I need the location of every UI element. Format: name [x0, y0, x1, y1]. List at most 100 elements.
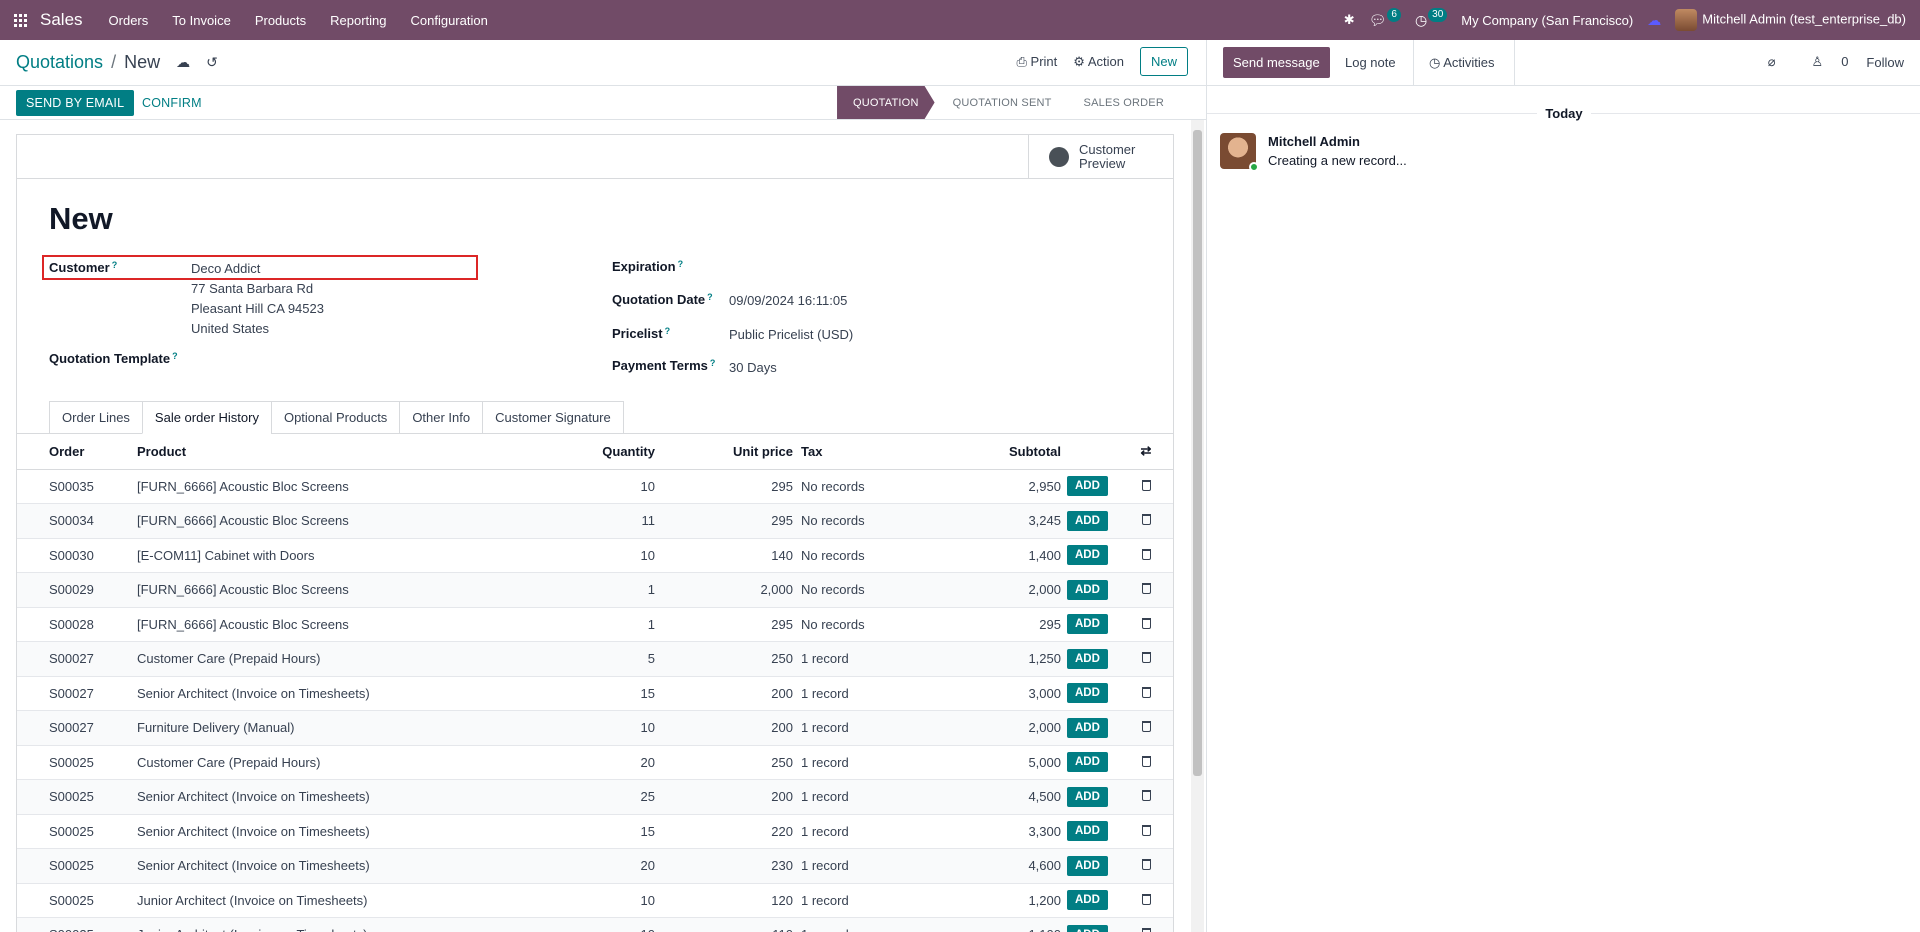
- cell-order[interactable]: S00034: [17, 503, 137, 539]
- cell-product[interactable]: [E-COM11] Cabinet with Doors: [137, 538, 537, 573]
- cell-product[interactable]: Junior Architect (Invoice on Timesheets): [137, 883, 537, 918]
- menu-to-invoice[interactable]: To Invoice: [172, 13, 231, 28]
- message-author[interactable]: Mitchell Admin: [1268, 134, 1360, 149]
- cell-unit-price[interactable]: 120: [657, 883, 797, 918]
- cell-unit-price[interactable]: 140: [657, 538, 797, 573]
- cell-product[interactable]: [FURN_6666] Acoustic Bloc Screens: [137, 572, 537, 608]
- cell-unit-price[interactable]: 2,000: [657, 572, 797, 608]
- activities-button[interactable]: ◷ Activities: [1429, 55, 1495, 71]
- discard-undo-icon[interactable]: ↺: [206, 54, 218, 71]
- add-button[interactable]: ADD: [1067, 924, 1108, 932]
- cell-quantity[interactable]: 10: [537, 538, 657, 573]
- cell-tax[interactable]: 1 record: [797, 745, 917, 780]
- cell-order[interactable]: S00035: [17, 469, 137, 504]
- customer-preview-button[interactable]: Customer Preview: [1028, 135, 1173, 178]
- tab-sale-order-history[interactable]: Sale order History: [141, 401, 271, 434]
- stage-sales-order[interactable]: SALES ORDER: [1066, 86, 1178, 119]
- table-row[interactable]: S00025 Senior Architect (Invoice on Times…: [17, 848, 1173, 884]
- cell-tax[interactable]: 1 record: [797, 641, 917, 677]
- save-cloud-icon[interactable]: ☁: [176, 54, 190, 71]
- add-button[interactable]: ADD: [1067, 821, 1108, 842]
- cell-unit-price[interactable]: 220: [657, 814, 797, 849]
- cell-tax[interactable]: 1 record: [797, 848, 917, 884]
- cell-order[interactable]: S00027: [17, 676, 137, 711]
- cell-unit-price[interactable]: 110: [657, 917, 797, 932]
- cell-order[interactable]: S00027: [17, 710, 137, 746]
- cell-tax[interactable]: No records: [797, 607, 917, 642]
- cell-order[interactable]: S00029: [17, 572, 137, 608]
- table-row[interactable]: S00029 [FURN_6666] Acoustic Bloc Screens 1…: [17, 572, 1173, 608]
- cell-quantity[interactable]: 11: [537, 503, 657, 539]
- cell-product[interactable]: Customer Care (Prepaid Hours): [137, 745, 537, 780]
- cell-quantity[interactable]: 10: [537, 469, 657, 504]
- stage-quotation[interactable]: QUOTATION: [837, 86, 935, 119]
- trash-icon[interactable]: [1141, 617, 1151, 629]
- add-button[interactable]: ADD: [1067, 614, 1108, 635]
- cloud-icon[interactable]: ☁: [1647, 12, 1661, 29]
- add-button[interactable]: ADD: [1067, 786, 1108, 807]
- trash-icon[interactable]: [1141, 893, 1151, 905]
- follow-button[interactable]: Follow: [1866, 55, 1904, 70]
- cell-unit-price[interactable]: 200: [657, 779, 797, 815]
- cell-tax[interactable]: 1 record: [797, 883, 917, 918]
- table-row[interactable]: S00027 Furniture Delivery (Manual) 10 200 1 …: [17, 710, 1173, 746]
- add-button[interactable]: ADD: [1067, 545, 1108, 566]
- table-row[interactable]: S00025 Senior Architect (Invoice on Times…: [17, 779, 1173, 815]
- scrollbar-thumb[interactable]: [1193, 130, 1202, 776]
- new-button[interactable]: New: [1139, 47, 1188, 76]
- payment-terms-input[interactable]: 30 Days: [729, 360, 777, 375]
- cell-quantity[interactable]: 15: [537, 676, 657, 711]
- send-by-email-button[interactable]: SEND BY EMAIL: [16, 90, 135, 116]
- tab-optional-products[interactable]: Optional Products: [270, 401, 400, 434]
- add-button[interactable]: ADD: [1067, 855, 1108, 876]
- trash-icon[interactable]: [1141, 686, 1151, 698]
- cell-order[interactable]: S00028: [17, 607, 137, 642]
- menu-reporting[interactable]: Reporting: [330, 13, 386, 28]
- trash-icon[interactable]: [1141, 824, 1151, 836]
- cell-quantity[interactable]: 10: [537, 917, 657, 932]
- cell-product[interactable]: [FURN_6666] Acoustic Bloc Screens: [137, 607, 537, 642]
- trash-icon[interactable]: [1141, 755, 1151, 767]
- trash-icon[interactable]: [1141, 928, 1151, 932]
- table-row[interactable]: S00034 [FURN_6666] Acoustic Bloc Screens 1…: [17, 503, 1173, 539]
- cell-order[interactable]: S00025: [17, 745, 137, 780]
- cell-quantity[interactable]: 1: [537, 572, 657, 608]
- app-name[interactable]: Sales: [40, 10, 83, 30]
- cell-product[interactable]: Junior Architect (Invoice on Timesheets): [137, 917, 537, 932]
- table-row[interactable]: S00025Junior Architect (Invoice on Times…: [17, 917, 1173, 932]
- action-button[interactable]: ⚙ Action: [1073, 54, 1124, 70]
- trash-icon[interactable]: [1141, 859, 1151, 871]
- col-subtotal[interactable]: Subtotal: [917, 434, 1067, 470]
- cell-order[interactable]: S00025: [17, 848, 137, 884]
- cell-unit-price[interactable]: 295: [657, 469, 797, 504]
- breadcrumb-quotations[interactable]: Quotations: [16, 52, 103, 73]
- cell-product[interactable]: [FURN_6666] Acoustic Bloc Screens: [137, 503, 537, 539]
- menu-configuration[interactable]: Configuration: [411, 13, 488, 28]
- messages-button[interactable]: 💬︎ 6: [1369, 8, 1401, 29]
- cell-tax[interactable]: No records: [797, 538, 917, 573]
- cell-product[interactable]: Furniture Delivery (Manual): [137, 710, 537, 746]
- pricelist-input[interactable]: Public Pricelist (USD): [729, 327, 853, 342]
- cell-unit-price[interactable]: 295: [657, 607, 797, 642]
- cell-tax[interactable]: No records: [797, 469, 917, 504]
- quotation-date-input[interactable]: 09/09/2024 16:11:05: [729, 293, 847, 308]
- activities-button[interactable]: ◷ 30: [1415, 8, 1448, 29]
- quotation-template-input[interactable]: [191, 351, 471, 369]
- confirm-button[interactable]: CONFIRM: [142, 96, 202, 110]
- cell-product[interactable]: [FURN_6666] Acoustic Bloc Screens: [137, 469, 537, 504]
- add-button[interactable]: ADD: [1067, 579, 1108, 600]
- add-button[interactable]: ADD: [1067, 752, 1108, 773]
- cell-order[interactable]: S00025: [17, 814, 137, 849]
- table-row[interactable]: S00025Junior Architect (Invoice on Times…: [17, 883, 1173, 918]
- user-menu[interactable]: Mitchell Admin (test_enterprise_db): [1675, 9, 1906, 31]
- cell-product[interactable]: Customer Care (Prepaid Hours): [137, 641, 537, 677]
- cell-tax[interactable]: 1 record: [797, 710, 917, 746]
- add-button[interactable]: ADD: [1067, 648, 1108, 669]
- trash-icon[interactable]: [1141, 721, 1151, 733]
- cell-quantity[interactable]: 10: [537, 710, 657, 746]
- expiration-input[interactable]: [729, 259, 1009, 277]
- send-message-button[interactable]: Send message: [1223, 47, 1330, 78]
- add-button[interactable]: ADD: [1067, 683, 1108, 704]
- paperclip-icon[interactable]: ⌀: [1768, 54, 1776, 70]
- tab-customer-signature[interactable]: Customer Signature: [482, 401, 624, 434]
